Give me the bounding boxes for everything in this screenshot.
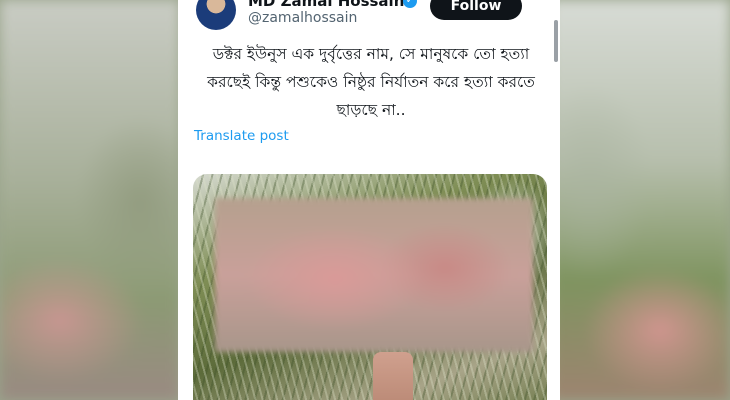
- scrollbar[interactable]: [554, 20, 558, 62]
- follow-button[interactable]: Follow: [430, 0, 522, 20]
- background-blur-left: [0, 0, 180, 400]
- post-header: MD Zamal Hossain ✓ @zamalhossain Follow: [178, 0, 560, 36]
- translate-post-link[interactable]: Translate post: [194, 128, 289, 144]
- verified-badge-icon: ✓: [403, 0, 417, 8]
- author-handle[interactable]: @zamalhossain: [248, 10, 357, 26]
- background-blur-right: [550, 0, 730, 400]
- blurred-content-region: [215, 198, 533, 352]
- avatar[interactable]: [196, 0, 236, 30]
- image-content: [373, 352, 413, 400]
- post-text: ডক্টর ইউনুস এক দুর্বৃত্তের নাম, সে মানুষ…: [207, 45, 535, 119]
- post-card: MD Zamal Hossain ✓ @zamalhossain Follow …: [178, 0, 560, 400]
- post-media-image[interactable]: [193, 174, 547, 400]
- author-name[interactable]: MD Zamal Hossain: [248, 0, 404, 10]
